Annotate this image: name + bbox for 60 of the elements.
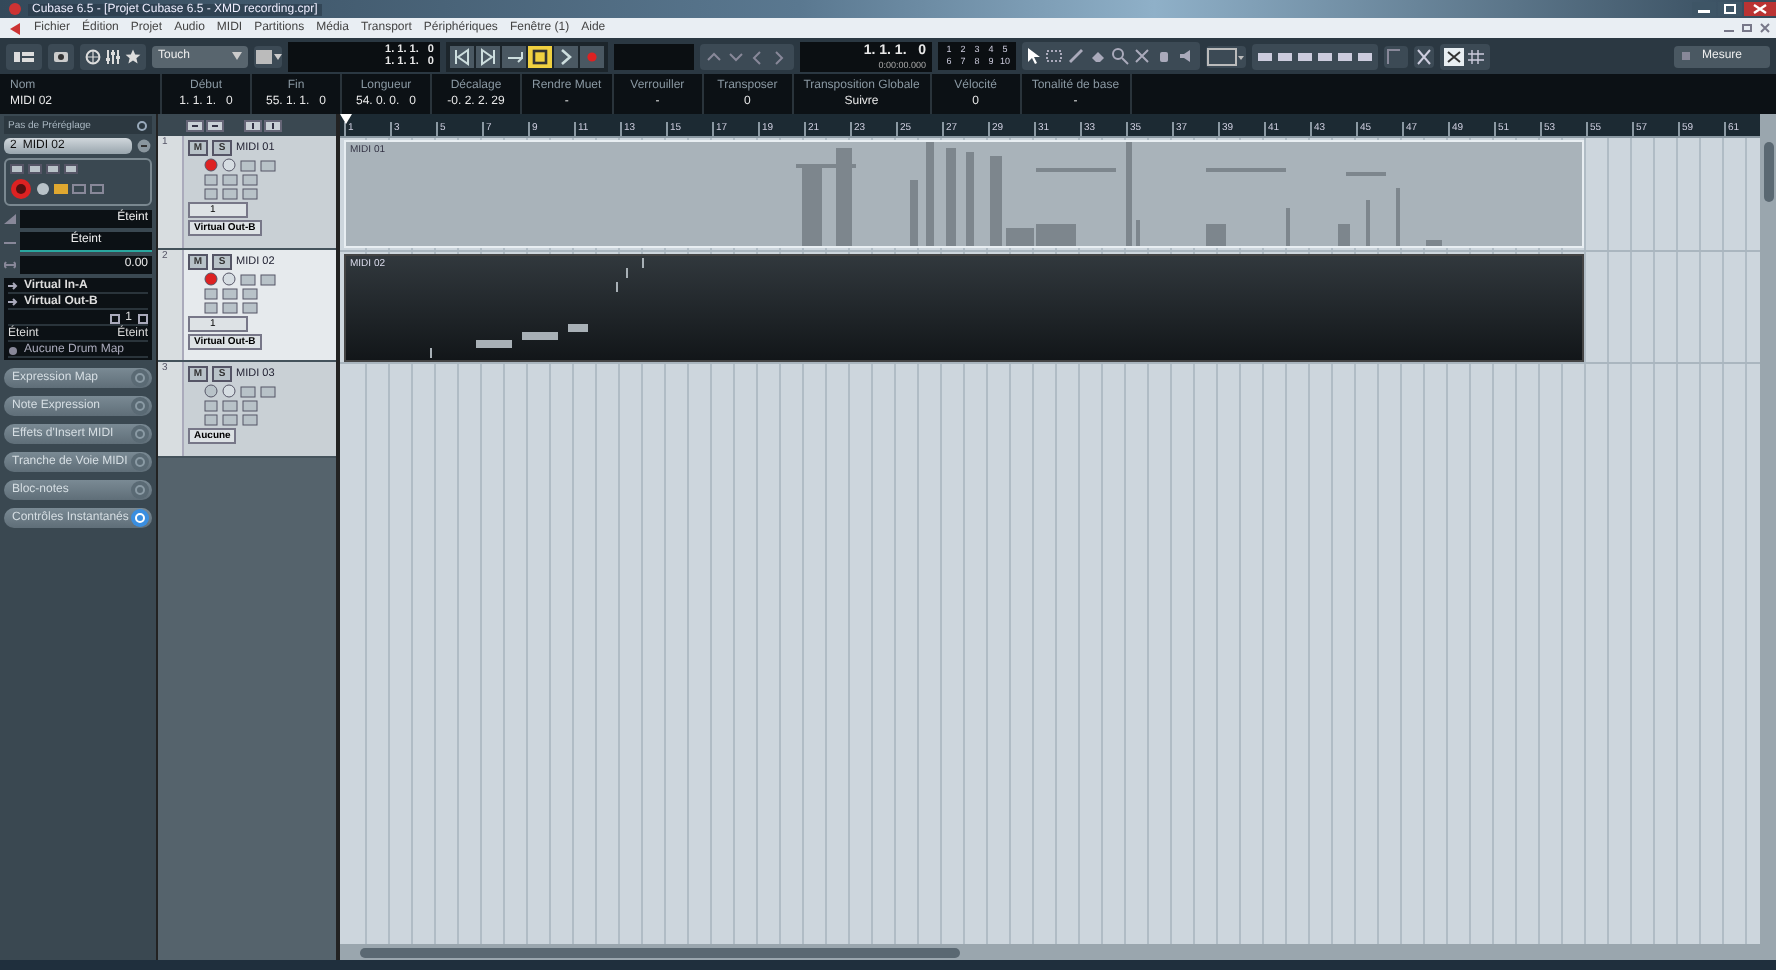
cross-icon[interactable] bbox=[1132, 46, 1152, 66]
grid-icon[interactable] bbox=[1466, 47, 1486, 65]
globe-icon[interactable] bbox=[84, 47, 102, 65]
collapse-icon[interactable] bbox=[206, 119, 224, 131]
preset-menu-icon[interactable] bbox=[136, 119, 148, 131]
hide-lanes-icon[interactable] bbox=[264, 119, 282, 131]
vertical-scrollbar[interactable] bbox=[1760, 114, 1776, 960]
read-automation-icon[interactable] bbox=[240, 159, 256, 171]
volume-icon bbox=[4, 214, 16, 224]
close-icon[interactable] bbox=[1758, 22, 1772, 34]
show-lanes-icon[interactable] bbox=[244, 119, 262, 131]
cycle-icon[interactable] bbox=[502, 45, 526, 67]
grid-type-icon bbox=[1679, 50, 1692, 62]
expand-icon[interactable] bbox=[186, 119, 204, 131]
lane-icon[interactable] bbox=[90, 184, 104, 194]
range-select-icon[interactable] bbox=[1044, 46, 1064, 66]
monitor-icon[interactable] bbox=[222, 272, 236, 286]
write-automation-icon[interactable] bbox=[260, 385, 276, 397]
read-automation-icon[interactable] bbox=[240, 273, 256, 285]
arrow-pointer-icon[interactable] bbox=[1026, 46, 1042, 66]
pencil-icon[interactable] bbox=[1066, 46, 1086, 66]
record-enable-icon[interactable] bbox=[10, 178, 32, 200]
star-icon[interactable] bbox=[124, 47, 142, 65]
grid-snap-icon[interactable] bbox=[1444, 47, 1464, 65]
monitor-icon[interactable] bbox=[222, 158, 236, 172]
delay-icon bbox=[4, 260, 16, 270]
edit-icon[interactable] bbox=[138, 313, 148, 323]
horizontal-scrollbar[interactable] bbox=[340, 944, 1760, 960]
scroll-thumb[interactable] bbox=[360, 947, 960, 957]
write-automation-icon[interactable] bbox=[260, 159, 276, 171]
monitor-icon[interactable] bbox=[36, 182, 50, 196]
zoom-icon[interactable] bbox=[1110, 46, 1130, 66]
speaker-icon[interactable] bbox=[1176, 46, 1196, 66]
maximize-icon[interactable] bbox=[1718, 2, 1742, 16]
channel-icon bbox=[109, 313, 120, 323]
go-to-start-icon[interactable] bbox=[450, 45, 474, 67]
go-to-end-icon[interactable] bbox=[476, 45, 500, 67]
stop-icon[interactable] bbox=[528, 45, 552, 67]
app-logo-icon bbox=[8, 2, 22, 16]
scroll-thumb[interactable] bbox=[1763, 142, 1773, 202]
maximize-icon[interactable] bbox=[1740, 22, 1754, 34]
monitor-icon[interactable] bbox=[222, 384, 236, 398]
record-enable-icon[interactable] bbox=[204, 384, 218, 398]
freeze-icon[interactable] bbox=[72, 184, 86, 194]
write-automation-icon[interactable] bbox=[260, 273, 276, 285]
edit-instrument-icon[interactable] bbox=[136, 138, 152, 154]
pan-icon bbox=[4, 237, 16, 247]
play-icon[interactable] bbox=[554, 45, 578, 67]
record-enable-icon[interactable] bbox=[204, 158, 218, 172]
record-enable-icon[interactable] bbox=[204, 272, 218, 286]
color-swatch-icon[interactable] bbox=[1206, 45, 1246, 67]
display-field bbox=[614, 43, 694, 69]
nudge-icon[interactable] bbox=[254, 45, 282, 67]
output-icon bbox=[8, 298, 18, 306]
read-automation-icon[interactable] bbox=[240, 385, 256, 397]
input-icon bbox=[8, 282, 18, 290]
close-icon[interactable] bbox=[1744, 2, 1776, 16]
caret-icon bbox=[232, 52, 242, 60]
mixer-icon[interactable] bbox=[104, 47, 122, 65]
drum-map-icon bbox=[8, 345, 18, 355]
